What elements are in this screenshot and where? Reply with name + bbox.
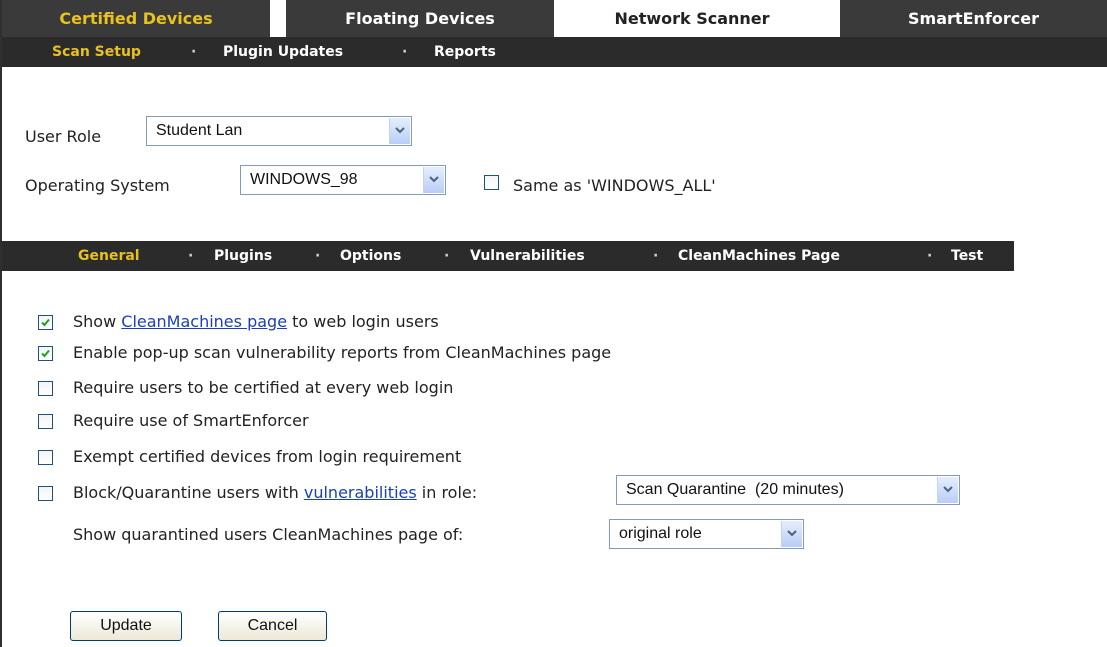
cleanmachines-page-link[interactable]: CleanMachines page bbox=[121, 312, 287, 331]
enable-popup-checkbox[interactable] bbox=[38, 346, 53, 361]
subnav-separator: · bbox=[402, 44, 408, 60]
tab-network-scanner[interactable]: Network Scanner bbox=[554, 0, 830, 37]
chevron-down-icon bbox=[781, 521, 802, 547]
tab-vulnerabilities[interactable]: Vulnerabilities bbox=[470, 241, 585, 271]
quarantine-role-value: Scan Quarantine (20 minutes) bbox=[626, 481, 844, 498]
require-cert-label: Require users to be certified at every w… bbox=[73, 378, 454, 397]
tab-general[interactable]: General bbox=[78, 241, 140, 271]
tab-test[interactable]: Test bbox=[951, 241, 983, 271]
nav-separator: · bbox=[188, 248, 194, 264]
same-as-windows-all-label: Same as 'WINDOWS_ALL' bbox=[513, 176, 716, 195]
vulnerabilities-link[interactable]: vulnerabilities bbox=[304, 483, 417, 502]
checkmark-icon bbox=[41, 318, 50, 327]
subnav-scan-setup[interactable]: Scan Setup bbox=[52, 37, 141, 67]
show-cleanmachines-prefix: Show bbox=[73, 312, 117, 331]
tab-cleanmachines-page[interactable]: CleanMachines Page bbox=[678, 241, 840, 271]
show-cleanmachines-suffix: to web login users bbox=[287, 312, 439, 331]
nav-separator: · bbox=[653, 248, 659, 264]
checkmark-icon bbox=[41, 349, 50, 358]
cancel-button[interactable]: Cancel bbox=[218, 611, 327, 641]
show-quarantined-label: Show quarantined users CleanMachines pag… bbox=[73, 525, 464, 544]
tab-floating-devices[interactable]: Floating Devices bbox=[286, 0, 554, 37]
show-cleanmachines-label: Show CleanMachines page to web login use… bbox=[73, 312, 439, 331]
quarantine-role-select[interactable]: Scan Quarantine (20 minutes) bbox=[616, 475, 960, 505]
require-smartenforcer-checkbox[interactable] bbox=[38, 414, 53, 429]
chevron-down-icon bbox=[389, 118, 410, 144]
settings-navigation: General · Plugins · Options · Vulnerabil… bbox=[2, 241, 1014, 271]
exempt-certified-checkbox[interactable] bbox=[38, 450, 53, 465]
nav-separator: · bbox=[315, 248, 321, 264]
require-smartenforcer-label: Require use of SmartEnforcer bbox=[73, 411, 309, 430]
block-quarantine-label: Block/Quarantine users with vulnerabilit… bbox=[73, 483, 477, 502]
quarantined-page-select[interactable]: original role bbox=[609, 519, 804, 549]
require-cert-checkbox[interactable] bbox=[38, 381, 53, 396]
window-left-border bbox=[0, 0, 2, 647]
sub-navigation: Scan Setup · Plugin Updates · Reports bbox=[2, 37, 1107, 67]
operating-system-label: Operating System bbox=[25, 176, 170, 195]
block-quarantine-prefix: Block/Quarantine users with bbox=[73, 483, 299, 502]
quarantined-page-value: original role bbox=[619, 525, 702, 542]
operating-system-select[interactable]: WINDOWS_98 bbox=[240, 165, 446, 195]
enable-popup-label: Enable pop-up scan vulnerability reports… bbox=[73, 343, 612, 362]
nav-separator: · bbox=[444, 248, 450, 264]
tab-options[interactable]: Options bbox=[340, 241, 401, 271]
subnav-reports[interactable]: Reports bbox=[434, 37, 496, 67]
user-role-label: User Role bbox=[25, 127, 102, 146]
tab-certified-devices[interactable]: Certified Devices bbox=[2, 0, 270, 37]
operating-system-value: WINDOWS_98 bbox=[250, 171, 358, 188]
subnav-plugin-updates[interactable]: Plugin Updates bbox=[223, 37, 343, 67]
update-button[interactable]: Update bbox=[70, 611, 182, 641]
block-quarantine-suffix: in role: bbox=[421, 483, 478, 502]
top-tab-bar: Certified Devices Floating Devices Netwo… bbox=[2, 0, 1107, 37]
nav-separator: · bbox=[927, 248, 933, 264]
show-cleanmachines-checkbox[interactable] bbox=[38, 315, 53, 330]
exempt-certified-label: Exempt certified devices from login requ… bbox=[73, 447, 462, 466]
user-role-select[interactable]: Student Lan bbox=[146, 116, 412, 146]
same-as-windows-all-checkbox[interactable] bbox=[484, 175, 499, 190]
subnav-separator: · bbox=[191, 44, 197, 60]
chevron-down-icon bbox=[937, 477, 958, 503]
tab-smartenforcer[interactable]: SmartEnforcer bbox=[840, 0, 1107, 37]
user-role-value: Student Lan bbox=[156, 122, 243, 139]
chevron-down-icon bbox=[423, 167, 444, 193]
tab-plugins[interactable]: Plugins bbox=[214, 241, 272, 271]
block-quarantine-checkbox[interactable] bbox=[38, 486, 53, 501]
